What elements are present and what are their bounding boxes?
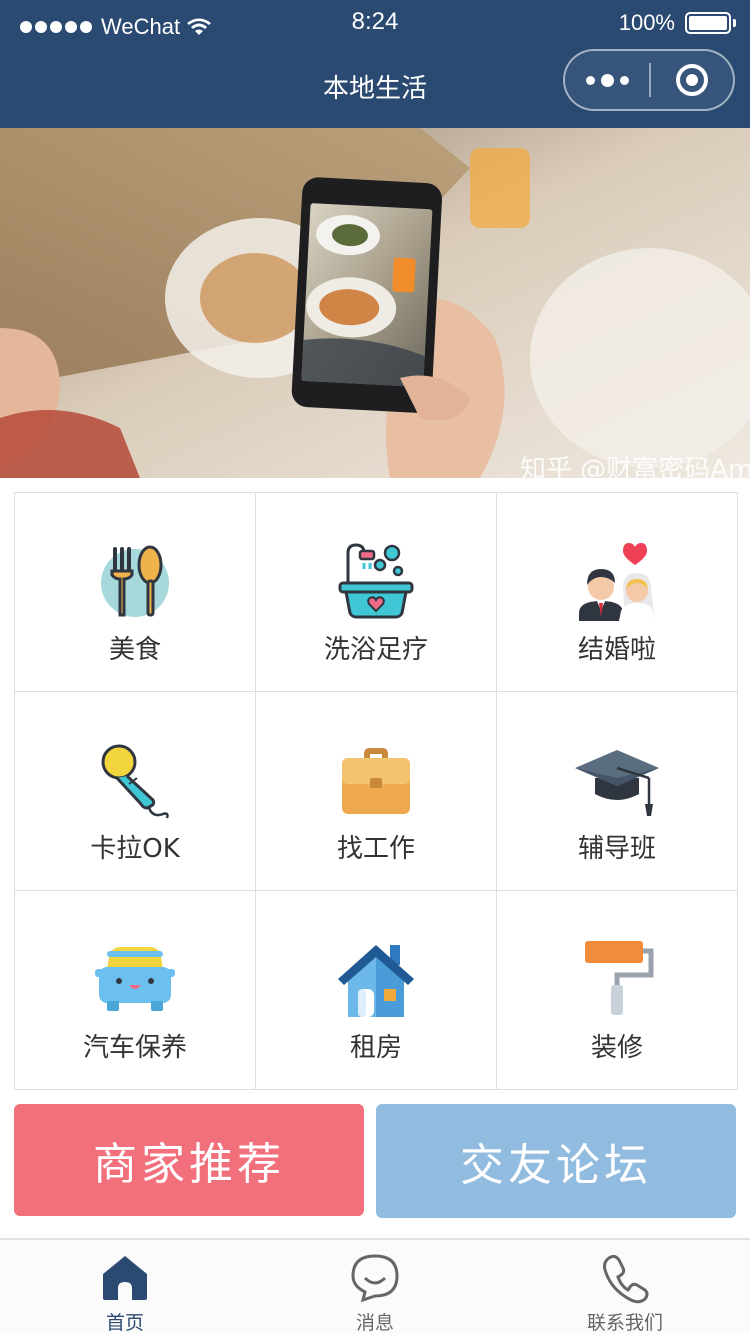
- category-karaoke[interactable]: 卡拉OK: [15, 692, 256, 891]
- tab-label: 联系我们: [586, 1312, 663, 1334]
- house-icon: [338, 945, 414, 1017]
- mini-program-capsule: [563, 49, 735, 111]
- car-icon: [95, 947, 175, 1011]
- category-bath[interactable]: 洗浴足疗: [256, 493, 497, 692]
- category-label: 辅导班: [577, 834, 656, 864]
- target-close-icon[interactable]: [651, 51, 733, 109]
- category-food[interactable]: 美食: [15, 493, 256, 692]
- category-wedding[interactable]: 结婚啦: [497, 493, 737, 692]
- microphone-icon: [101, 744, 169, 819]
- category-label: 汽车保养: [82, 1033, 187, 1063]
- graduation-cap-icon: [575, 750, 659, 816]
- category-jobs[interactable]: 找工作: [256, 692, 497, 891]
- category-label: 结婚啦: [577, 635, 656, 665]
- tab-contact[interactable]: 联系我们: [500, 1240, 750, 1334]
- category-renovation[interactable]: 装修: [497, 891, 737, 1089]
- tab-label: 首页: [105, 1312, 144, 1334]
- category-label: 美食: [108, 635, 161, 665]
- battery-icon: [685, 12, 731, 34]
- paint-roller-icon: [585, 941, 654, 1015]
- merchant-recommend-button[interactable]: 商家推荐: [14, 1104, 364, 1216]
- category-label: 洗浴足疗: [323, 635, 428, 665]
- tab-label: 消息: [355, 1312, 394, 1334]
- chat-bubble-icon: [351, 1254, 399, 1303]
- briefcase-icon: [342, 748, 410, 814]
- banner-watermark: 知乎 @财富密码Amy: [520, 455, 750, 478]
- bottom-tab-bar: 首页 消息 联系我们: [0, 1238, 750, 1334]
- couple-icon: [579, 543, 655, 621]
- social-forum-button[interactable]: 交友论坛: [376, 1104, 736, 1218]
- battery-percent: 100%: [618, 10, 675, 35]
- bathtub-icon: [338, 543, 414, 619]
- category-rental[interactable]: 租房: [256, 891, 497, 1089]
- fork-spoon-icon: [101, 545, 169, 617]
- category-label: 租房: [349, 1033, 402, 1063]
- tab-home[interactable]: 首页: [0, 1240, 250, 1334]
- phone-icon: [603, 1254, 649, 1304]
- category-car[interactable]: 汽车保养: [15, 891, 256, 1089]
- category-grid: 美食 洗浴足疗 结婚啦 卡拉OK 找工作 辅导班 汽车保养 租房 装修: [14, 492, 738, 1090]
- tab-messages[interactable]: 消息: [250, 1240, 500, 1334]
- category-label: 卡拉OK: [90, 834, 180, 864]
- status-bar: WeChat 8:24 100%: [0, 0, 750, 44]
- banner-image[interactable]: 知乎 @财富密码Amy: [0, 128, 750, 478]
- banner-photo-phone-food: 知乎 @财富密码Amy: [0, 128, 750, 478]
- more-dots-icon[interactable]: [565, 51, 649, 109]
- battery-status: 100%: [619, 10, 736, 36]
- category-tutoring[interactable]: 辅导班: [497, 692, 737, 891]
- category-label: 装修: [590, 1033, 643, 1063]
- home-icon: [103, 1256, 147, 1300]
- top-header: WeChat 8:24 100% 本地生活: [0, 0, 750, 128]
- category-label: 找工作: [336, 834, 415, 864]
